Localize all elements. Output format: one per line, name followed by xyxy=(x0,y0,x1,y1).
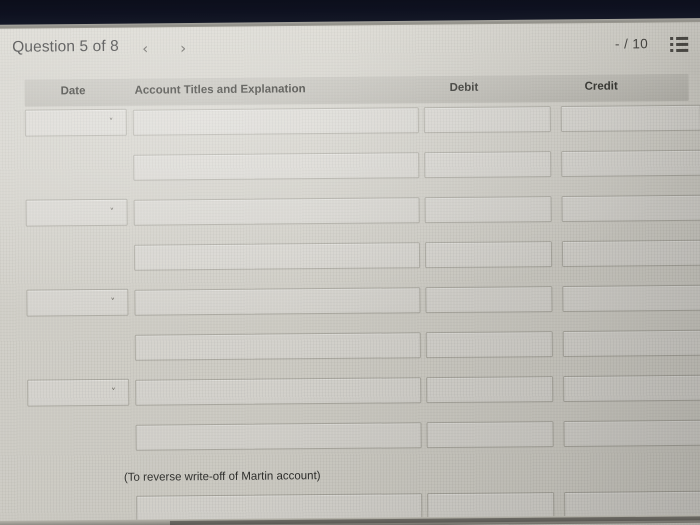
table-row: ˅ xyxy=(0,374,700,425)
credit-amount-input[interactable] xyxy=(560,104,700,132)
account-titles-input[interactable] xyxy=(133,152,420,181)
debit-amount-input[interactable] xyxy=(426,376,554,404)
chevron-down-icon: ˅ xyxy=(108,117,114,128)
debit-amount-input[interactable] xyxy=(425,286,553,314)
debit-amount-input[interactable] xyxy=(424,151,552,179)
debit-amount-input[interactable] xyxy=(424,196,552,224)
table-row xyxy=(0,239,700,290)
credit-amount-input[interactable] xyxy=(563,374,700,402)
chevron-right-icon[interactable]: › xyxy=(172,36,194,60)
table-row: ˅ xyxy=(0,104,700,155)
credit-amount-input[interactable] xyxy=(562,329,700,357)
score-label: - / 10 xyxy=(614,36,649,52)
table-row: ˅ xyxy=(0,284,700,335)
credit-amount-input[interactable] xyxy=(561,194,700,222)
question-header-bar: Question 5 of 8 ‹ › - / 10 xyxy=(0,19,700,80)
date-select[interactable]: ˅ xyxy=(24,108,127,137)
account-titles-input[interactable] xyxy=(135,422,422,451)
column-header-credit: Credit xyxy=(584,80,618,93)
date-select[interactable]: ˅ xyxy=(27,378,130,407)
screen-photo: Question 5 of 8 ‹ › - / 10 Date Account … xyxy=(0,0,700,525)
column-header-account-titles: Account Titles and Explanation xyxy=(134,83,306,97)
date-select[interactable]: ˅ xyxy=(25,198,128,227)
debit-amount-input[interactable] xyxy=(425,331,553,359)
debit-amount-input[interactable] xyxy=(423,106,551,134)
table-row xyxy=(0,149,700,200)
credit-amount-input[interactable] xyxy=(563,419,700,447)
table-header-row: Date Account Titles and Explanation Debi… xyxy=(24,73,689,107)
entry-explanation-text: (To reverse write-off of Martin account) xyxy=(123,470,321,484)
debit-amount-input[interactable] xyxy=(426,421,554,449)
credit-amount-input[interactable] xyxy=(561,239,700,267)
credit-amount-input[interactable] xyxy=(562,284,700,312)
table-row: ˅ xyxy=(0,194,700,245)
account-titles-input[interactable] xyxy=(133,197,420,226)
account-titles-input[interactable] xyxy=(133,242,421,271)
account-titles-input[interactable] xyxy=(132,107,419,136)
debit-amount-input[interactable] xyxy=(424,241,553,269)
account-titles-input[interactable] xyxy=(135,377,422,406)
browser-page: Question 5 of 8 ‹ › - / 10 Date Account … xyxy=(0,19,700,525)
account-titles-input[interactable] xyxy=(134,287,421,316)
table-row xyxy=(0,419,700,470)
credit-amount-input[interactable] xyxy=(564,490,700,518)
question-counter-label: Question 5 of 8 xyxy=(12,37,119,56)
column-header-debit: Debit xyxy=(449,81,479,94)
debit-amount-input[interactable] xyxy=(427,492,555,520)
chevron-down-icon: ˅ xyxy=(109,207,115,218)
column-header-date: Date xyxy=(60,85,86,98)
list-view-icon[interactable] xyxy=(670,36,689,53)
date-select[interactable]: ˅ xyxy=(26,288,129,317)
table-row xyxy=(0,329,700,380)
chevron-left-icon[interactable]: ‹ xyxy=(134,37,156,61)
credit-amount-input[interactable] xyxy=(561,149,700,177)
chevron-down-icon: ˅ xyxy=(111,387,116,398)
account-titles-input[interactable] xyxy=(134,332,421,361)
chevron-down-icon: ˅ xyxy=(110,297,115,308)
